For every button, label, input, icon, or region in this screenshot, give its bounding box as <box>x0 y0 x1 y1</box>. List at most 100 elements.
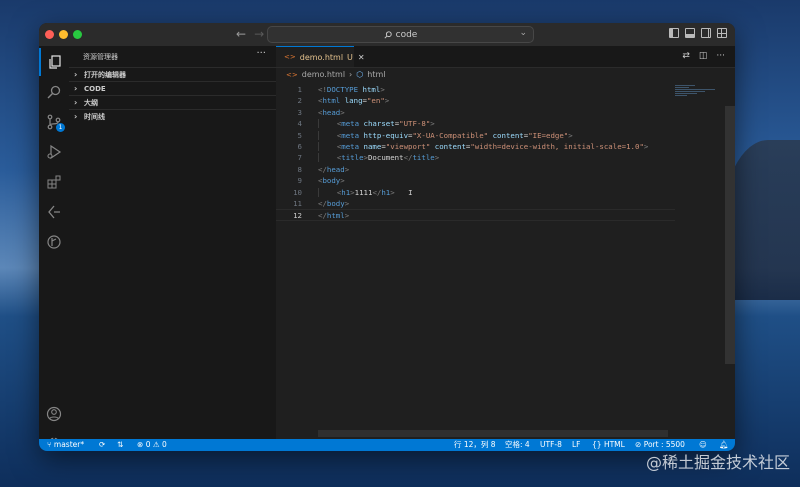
editor-area: <> demo.html U ✕ ⇄ ◫ ··· <> demo.html › … <box>276 46 735 439</box>
line-number: 1 <box>297 85 302 94</box>
window-controls <box>45 30 82 39</box>
code-text: <!DOCTYPE html> <box>318 85 385 94</box>
code-text: <html lang="en"> <box>318 96 390 106</box>
line-number: 7 <box>297 153 302 163</box>
editor-actions: ⇄ ◫ ··· <box>682 51 725 61</box>
code-text: </head> <box>318 164 350 174</box>
open-changes-icon[interactable]: ⇄ <box>682 51 690 61</box>
braces-icon: {} <box>592 440 602 449</box>
search-icon <box>384 30 392 39</box>
tab-label: demo.html <box>299 52 344 62</box>
split-editor-icon[interactable]: ◫ <box>699 51 708 61</box>
tab-demo-html[interactable]: <> demo.html U ✕ <box>276 46 365 67</box>
error-count: 0 <box>145 440 151 449</box>
toggle-primary-sidebar-icon[interactable] <box>669 28 679 38</box>
search-icon[interactable] <box>39 78 69 106</box>
indentation[interactable]: 空格: 4 <box>505 439 530 451</box>
code-line-current: 12 </html> <box>276 209 675 221</box>
line-number: 5 <box>297 130 302 140</box>
editor-tabs: <> demo.html U ✕ ⇄ ◫ ··· <box>276 46 735 68</box>
remote-explorer-icon[interactable] <box>39 198 69 226</box>
chevron-right-icon: › <box>74 84 78 93</box>
code-line: 11 </body> <box>276 198 675 209</box>
section-code[interactable]: › CODE <box>69 81 276 95</box>
branch-status[interactable]: ⑂ master* <box>47 439 84 451</box>
extensions-icon[interactable] <box>39 168 69 196</box>
text-cursor-icon: I <box>408 187 413 197</box>
more-actions-icon[interactable]: ··· <box>716 51 725 61</box>
watermark: @稀土掘金技术社区 <box>645 453 790 472</box>
branch-label: master* <box>53 440 85 449</box>
code-editor[interactable]: 1 <!DOCTYPE html> 2 <html lang="en"> 3 <hea… <box>276 84 675 221</box>
back-arrow-icon[interactable]: ← <box>236 27 246 41</box>
navigation-arrows: ← → <box>236 27 264 41</box>
run-debug-icon[interactable] <box>39 138 69 166</box>
problems-status[interactable]: ⊗ 0 ⚠ 0 <box>137 439 167 451</box>
code-text: <body> <box>318 176 345 186</box>
error-icon: ⊗ <box>137 440 144 449</box>
language-mode[interactable]: {} HTML <box>592 439 625 451</box>
end-of-line[interactable]: LF <box>572 439 581 451</box>
section-outline[interactable]: › 大纲 <box>69 95 276 109</box>
source-control-badge: 1 <box>56 123 65 132</box>
breadcrumb-separator-icon: › <box>349 70 353 79</box>
zoom-window-button[interactable] <box>73 30 82 39</box>
tab-untracked-marker: U <box>347 52 353 62</box>
chevron-down-icon[interactable]: ⌄ <box>519 28 527 38</box>
minimize-window-button[interactable] <box>59 30 68 39</box>
encoding[interactable]: UTF-8 <box>540 439 562 451</box>
html-file-icon: <> <box>284 53 296 61</box>
vertical-scrollbar[interactable] <box>725 106 735 364</box>
toggle-panel-icon[interactable] <box>685 28 695 38</box>
section-open-editors[interactable]: › 打开的编辑器 <box>69 67 276 81</box>
cursor-position[interactable]: 行 12，列 8 <box>454 439 496 451</box>
forward-arrow-icon[interactable]: → <box>254 27 264 41</box>
git-graph-icon[interactable] <box>39 228 69 256</box>
breadcrumb: <> demo.html › ⬡ html <box>286 70 385 79</box>
code-line: 8 </head> <box>276 164 675 175</box>
close-window-button[interactable] <box>45 30 54 39</box>
git-branch-icon: ⑂ <box>47 440 52 449</box>
section-timeline[interactable]: › 时间线 <box>69 109 276 123</box>
section-label: CODE <box>84 84 106 93</box>
close-tab-icon[interactable]: ✕ <box>358 53 365 62</box>
command-center-label: code <box>395 29 418 40</box>
line-number: 6 <box>297 141 302 151</box>
code-text: </html> <box>318 211 350 221</box>
code-line: 3 <head> <box>276 107 675 118</box>
sync-icon[interactable]: ⟳ <box>99 439 105 451</box>
vscode-window: ← → code ⌄ 1 资源管理器 ··· › 打开的编辑器 › CODE ›… <box>39 23 735 451</box>
section-label: 时间线 <box>84 112 105 121</box>
cube-icon: ⬡ <box>356 70 364 79</box>
code-line: 7 <title>Document</title> <box>276 152 675 163</box>
language-label: HTML <box>603 440 625 449</box>
status-bar: ⑂ master* ⟳ ⇅ ⊗ 0 ⚠ 0 行 12，列 8 空格: 4 UTF… <box>39 439 735 451</box>
horizontal-scrollbar[interactable] <box>318 430 668 437</box>
command-center-search[interactable]: code ⌄ <box>267 26 534 43</box>
code-line: 9 <body> <box>276 175 675 186</box>
line-number: 10 <box>293 187 302 197</box>
explorer-icon[interactable] <box>39 48 69 76</box>
breadcrumb-symbol[interactable]: html <box>367 70 385 79</box>
toggle-secondary-sidebar-icon[interactable] <box>701 28 711 38</box>
line-number: 3 <box>297 107 302 117</box>
minimap[interactable] <box>675 84 723 114</box>
code-line: 2 <html lang="en"> <box>276 95 675 106</box>
account-icon[interactable] <box>39 400 69 428</box>
customize-layout-icon[interactable] <box>717 28 727 38</box>
code-line: 6 <meta name="viewport" content="width=d… <box>276 141 675 152</box>
line-number: 12 <box>293 211 302 221</box>
line-number: 8 <box>297 164 302 174</box>
publish-icon[interactable]: ⇅ <box>117 439 123 451</box>
activity-bar: 1 <box>39 46 70 451</box>
breadcrumb-file[interactable]: demo.html <box>302 70 345 79</box>
code-line: 5 <meta http-equiv="X-UA-Compatible" con… <box>276 130 675 141</box>
line-number: 9 <box>297 176 302 186</box>
code-text: <h1>1111</h1> I <box>318 187 413 198</box>
port-label: Port : 5500 <box>643 440 685 449</box>
more-actions-icon[interactable]: ··· <box>256 48 266 59</box>
line-number: 2 <box>297 96 302 106</box>
source-control-icon[interactable]: 1 <box>39 108 69 136</box>
explorer-sidebar: 资源管理器 ··· › 打开的编辑器 › CODE › 大纲 › 时间线 <box>69 46 277 439</box>
chevron-right-icon: › <box>74 70 78 79</box>
